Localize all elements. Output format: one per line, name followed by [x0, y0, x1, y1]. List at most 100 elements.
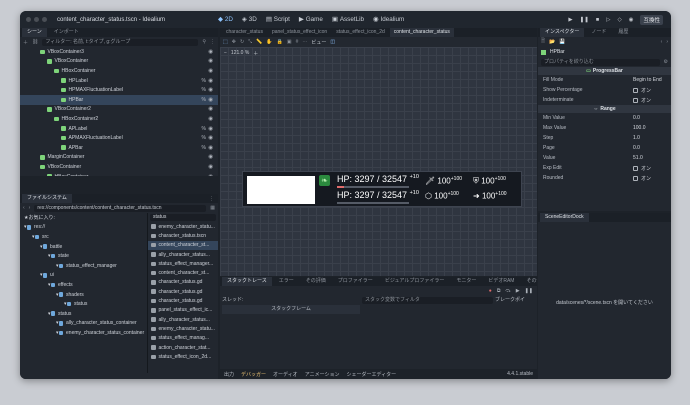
more-icon[interactable]: ⋮	[210, 39, 215, 45]
folder-item[interactable]: ▾ battle	[20, 242, 147, 252]
movie-icon[interactable]: ◉	[629, 17, 634, 23]
zoom-in-icon[interactable]: ＋	[253, 50, 258, 57]
pan-tool-icon[interactable]: ✋	[266, 39, 272, 45]
file-item[interactable]: status_effect_manag...	[148, 334, 218, 343]
file-item[interactable]: status_effect_manager...	[148, 259, 218, 268]
debugger-tab[interactable]: スタックトレース	[222, 277, 272, 286]
debugger-tab[interactable]: モニター	[451, 277, 481, 286]
visibility-eye-icon[interactable]: ◉	[208, 58, 213, 64]
property-row[interactable]: Indeterminate オン	[538, 95, 671, 105]
folder-item[interactable]: ▾ src	[20, 232, 147, 242]
visibility-eye-icon[interactable]: ◉	[208, 164, 213, 170]
property-value[interactable]: 51.0	[633, 155, 643, 161]
property-value[interactable]: 100.0	[633, 125, 646, 131]
visibility-eye-icon[interactable]: ◉	[208, 116, 213, 122]
dock-tab[interactable]: オーディオ	[273, 371, 298, 378]
property-value[interactable]: オン	[633, 175, 651, 182]
debugger-tab[interactable]: その他	[521, 277, 537, 286]
property-value[interactable]: 0.0	[633, 115, 640, 121]
zoom-level[interactable]: 121.0 %	[231, 50, 249, 57]
settings-icon[interactable]: ⚙	[664, 59, 668, 65]
checkbox[interactable]	[633, 87, 638, 93]
folder-item[interactable]: ▾ enemy_character_status_container	[20, 328, 147, 338]
file-item[interactable]: character_status.gd	[148, 278, 218, 287]
scene-tab[interactable]: content_character_status	[389, 28, 454, 37]
visibility-eye-icon[interactable]: ◉	[208, 126, 213, 132]
file-item[interactable]: enemy_character_statu...	[148, 222, 218, 231]
file-item[interactable]: status_effect_icon_2d...	[148, 352, 218, 361]
dock-tab[interactable]: 出力	[224, 371, 234, 378]
property-value[interactable]: 0.0	[633, 145, 640, 151]
folder-item[interactable]: ▾ status	[20, 299, 147, 309]
file-search-input[interactable]: status	[150, 214, 216, 221]
file-item[interactable]: enemy_character_statu...	[148, 324, 218, 333]
minimize-window-button[interactable]	[34, 17, 39, 22]
play-icon[interactable]: ▶	[568, 17, 572, 23]
ruler-tool-icon[interactable]: 📏	[256, 39, 262, 45]
property-row[interactable]: Value 51.0	[538, 153, 671, 163]
folder-item[interactable]: ▾ effects	[20, 280, 147, 290]
scene-node[interactable]: MarginContainer ◉	[20, 153, 218, 163]
property-row[interactable]: Min Value 0.0	[538, 113, 671, 123]
new-resource-icon[interactable]: 🗎	[541, 38, 545, 46]
move-tool-icon[interactable]: ✥	[232, 39, 236, 45]
more-icon[interactable]: ⋮	[209, 196, 214, 202]
scene-tab[interactable]: character_status	[222, 28, 267, 37]
property-value[interactable]: オン	[633, 97, 651, 104]
dock-tab[interactable]: アニメーション	[305, 371, 340, 378]
link-icon[interactable]: ⛓	[32, 39, 38, 45]
file-item[interactable]: panel_status_effect_ic...	[148, 306, 218, 315]
property-row[interactable]: Page 0.0	[538, 143, 671, 153]
scene-node[interactable]: APLabel% ◉	[20, 124, 218, 134]
workspace-assetlib[interactable]: ▣ AssetLib	[332, 16, 364, 23]
scene-tab[interactable]: panel_status_effect_icon	[268, 28, 331, 37]
property-row[interactable]: Show Percentage オン	[538, 85, 671, 95]
dock-tab[interactable]: シェーダーエディター	[347, 371, 397, 378]
visibility-eye-icon[interactable]: ◉	[208, 78, 213, 84]
save-icon[interactable]: 💾	[559, 39, 565, 45]
file-item[interactable]: action_character_stat...	[148, 343, 218, 352]
class-header[interactable]: ▭ ProgressBar	[538, 67, 671, 75]
checkbox[interactable]	[633, 165, 638, 171]
file-item[interactable]: character_status.gd	[148, 287, 218, 296]
stop-debug-icon[interactable]: ●	[489, 288, 492, 294]
split-icon[interactable]: ▦	[210, 205, 215, 211]
pause-icon[interactable]: ❚❚	[580, 17, 589, 23]
file-item[interactable]: character_status.tscn	[148, 231, 218, 240]
rotate-tool-icon[interactable]: ↻	[240, 39, 244, 45]
property-row[interactable]: Rounded オン	[538, 173, 671, 183]
debugger-tab[interactable]: エラー	[274, 277, 299, 286]
inspector-tab[interactable]: インスペクター	[540, 28, 585, 37]
property-row[interactable]: Fill Mode Begin to End	[538, 75, 671, 85]
folder-item[interactable]: ▾ status	[20, 309, 147, 319]
grid-icon[interactable]: #	[296, 39, 299, 45]
debugger-tab[interactable]: ビデオRAM	[483, 277, 519, 286]
stop-icon[interactable]: ■	[596, 17, 599, 23]
copy-icon[interactable]: ⧉	[497, 288, 501, 294]
property-value[interactable]: オン	[633, 165, 651, 172]
range-section-header[interactable]: ⇔ Range	[538, 105, 671, 113]
scene-node[interactable]: HBoxContainer ◉	[20, 172, 218, 176]
layout-icon[interactable]: ◫	[330, 39, 335, 45]
folder-item[interactable]: ▾ ally_character_status_container	[20, 319, 147, 329]
property-value[interactable]: オン	[633, 87, 651, 94]
path-field[interactable]: res://components/content/content_charact…	[34, 204, 207, 212]
visibility-eye-icon[interactable]: ◉	[208, 174, 213, 176]
file-item[interactable]: content_character_st...	[148, 268, 218, 277]
visibility-eye-icon[interactable]: ◉	[208, 145, 213, 151]
workspace-2d[interactable]: ◆ 2D	[218, 16, 233, 23]
lock-icon[interactable]: 🔒	[277, 39, 283, 45]
group-icon[interactable]: ▣	[287, 39, 292, 45]
continue-icon[interactable]: ▶	[516, 288, 520, 294]
scene-tab[interactable]: status_effect_icon_2d	[332, 28, 389, 37]
checkbox[interactable]	[633, 97, 638, 103]
file-item[interactable]: ally_character_status...	[148, 315, 218, 324]
folder-item[interactable]: ▾ state	[20, 251, 147, 261]
property-value[interactable]: 1.0	[633, 135, 640, 141]
property-row[interactable]: Exp Edit オン	[538, 163, 671, 173]
scene-node[interactable]: HPLabel% ◉	[20, 76, 218, 86]
tab-scene-0[interactable]: シーン	[22, 28, 47, 37]
visibility-eye-icon[interactable]: ◉	[208, 106, 213, 112]
visibility-eye-icon[interactable]: ◉	[208, 49, 213, 55]
scene-node[interactable]: APBar% ◉	[20, 143, 218, 153]
